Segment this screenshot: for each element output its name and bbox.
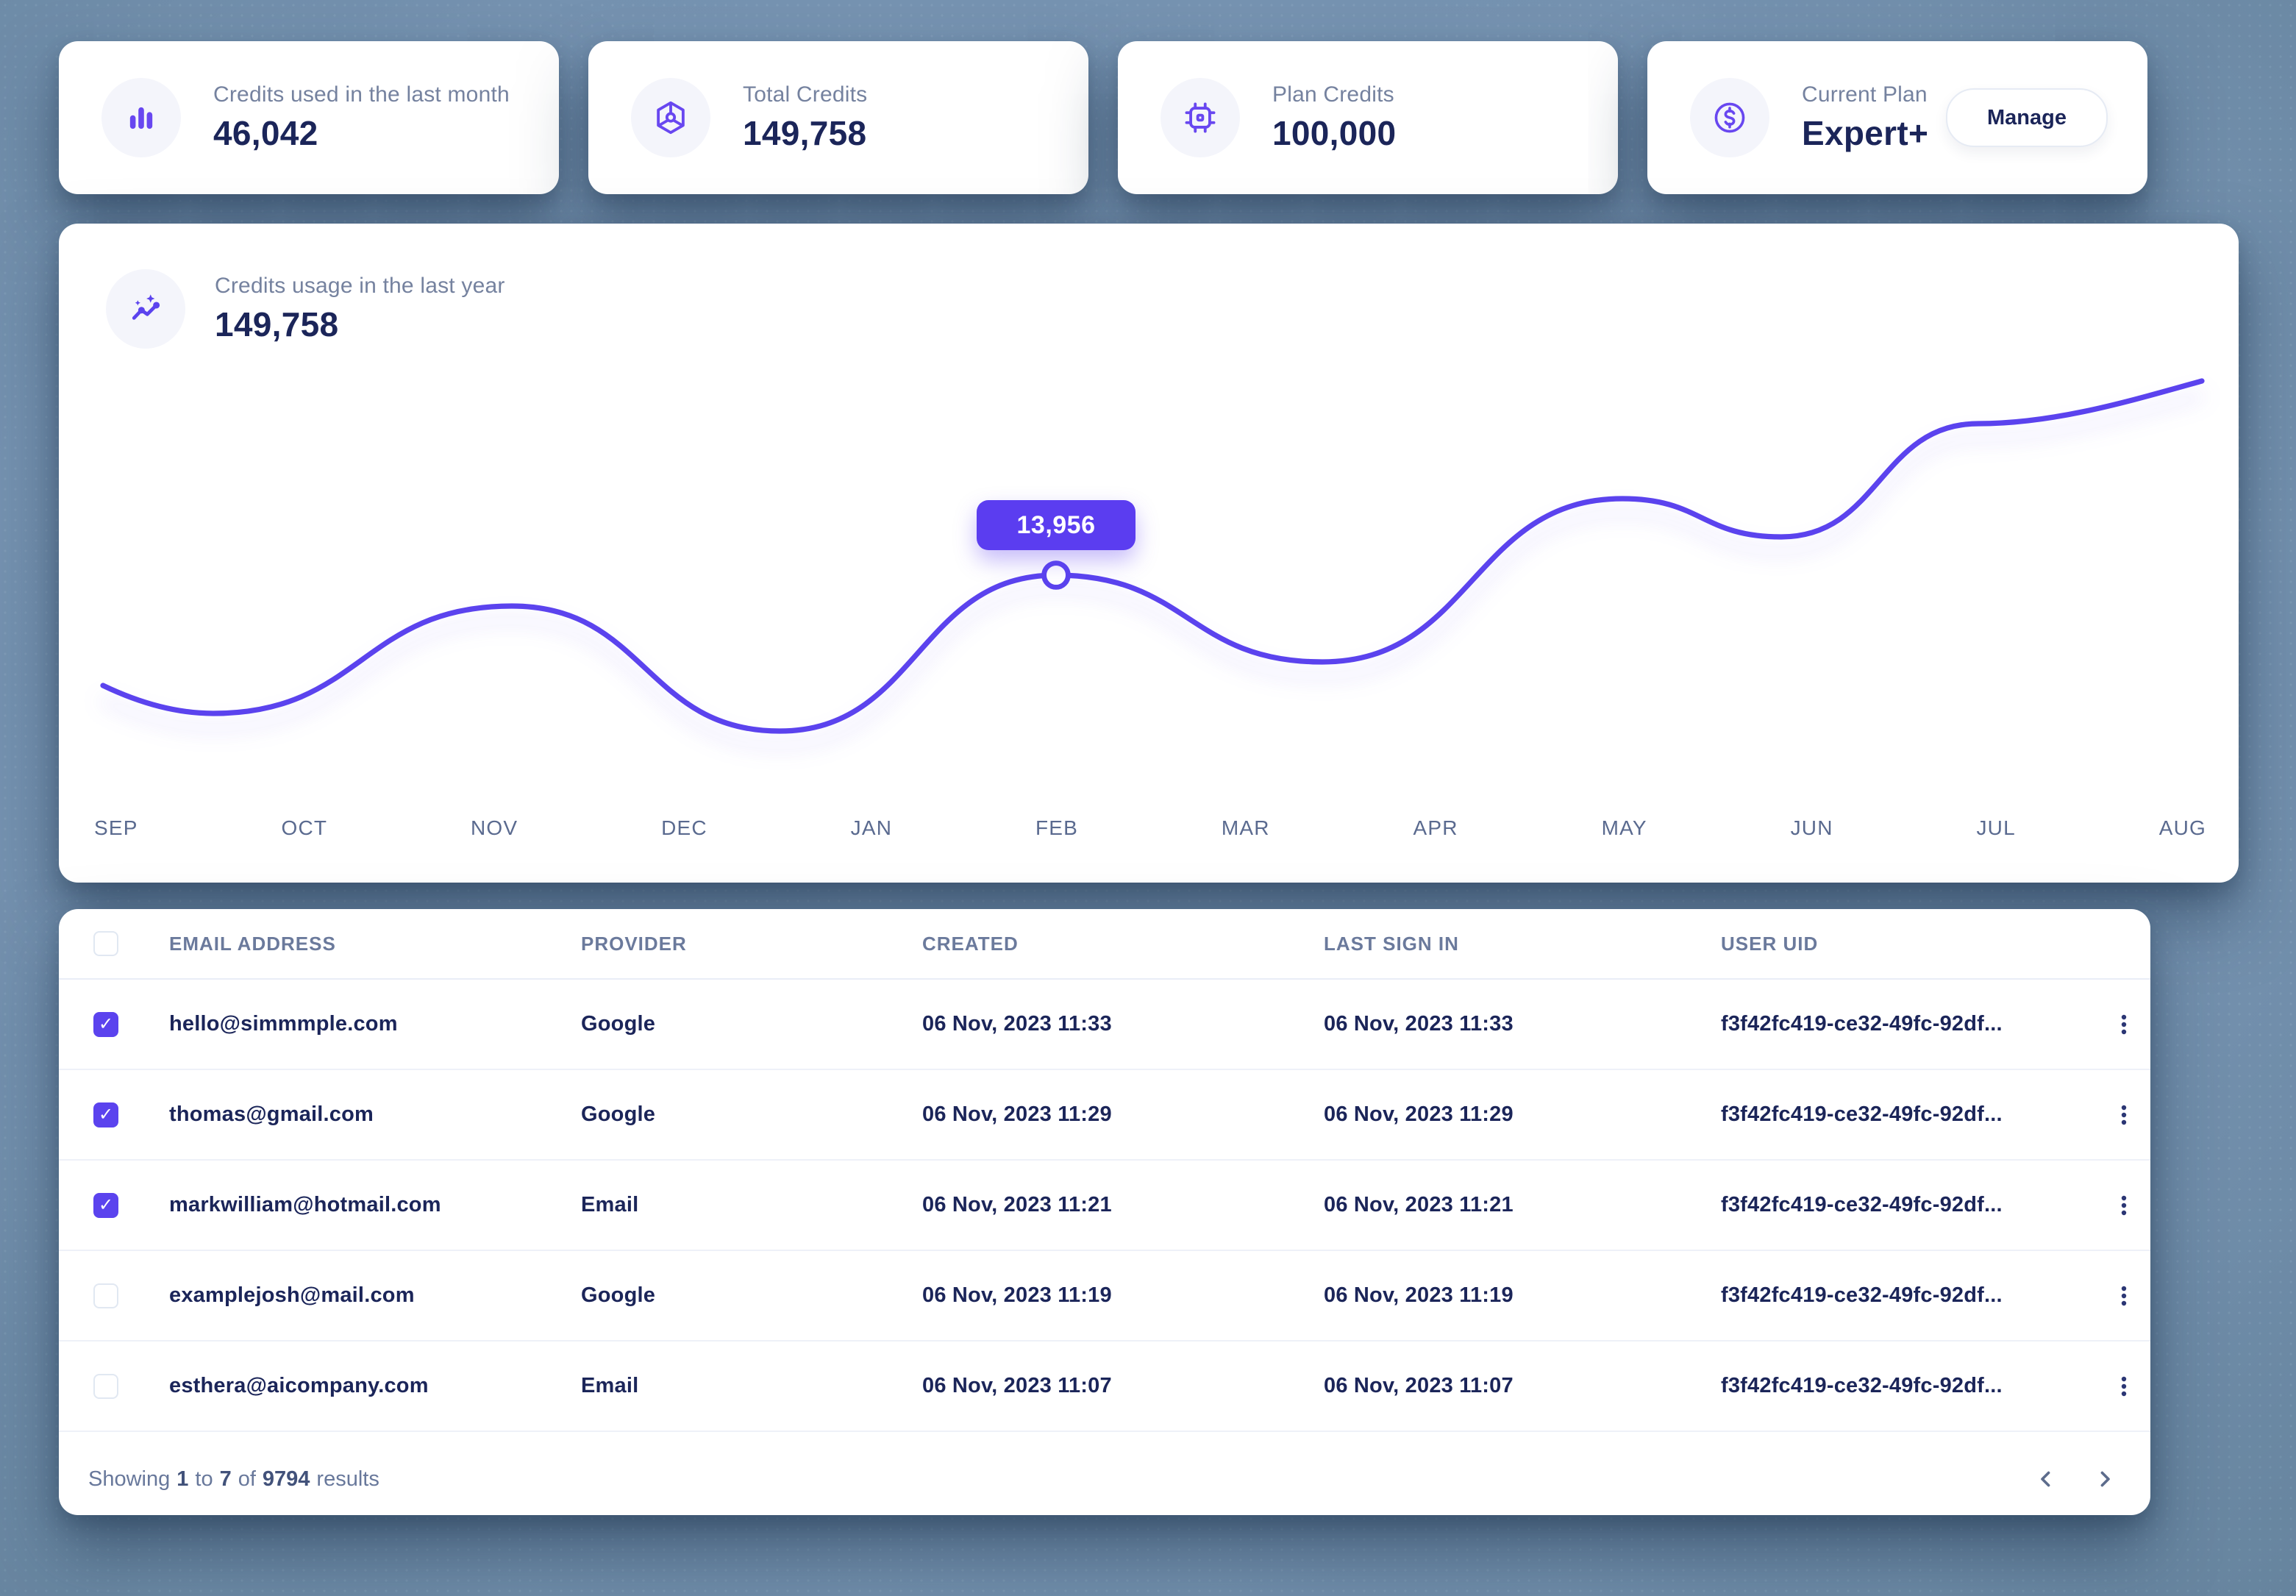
cell-provider: Email	[581, 1193, 922, 1217]
stat-value: 100,000	[1272, 113, 1396, 153]
row-menu-icon[interactable]	[2109, 1097, 2139, 1133]
users-table-card: EMAIL ADDRESS PROVIDER CREATED LAST SIGN…	[59, 909, 2150, 1515]
x-tick: MAR	[1222, 816, 1270, 840]
cell-user-uid: f3f42fc419-ce32-49fc-92df...	[1721, 1374, 2109, 1398]
x-tick: NOV	[471, 816, 518, 840]
stat-label: Credits used in the last month	[213, 82, 510, 107]
credits-usage-chart-card: Credits usage in the last year 149,758 1…	[59, 224, 2239, 883]
cube-icon	[631, 78, 710, 157]
x-tick: JUL	[1976, 816, 2015, 840]
select-all-checkbox[interactable]	[93, 931, 118, 956]
stat-label: Plan Credits	[1272, 82, 1396, 107]
x-tick: JUN	[1791, 816, 1833, 840]
cell-created: 06 Nov, 2023 11:19	[922, 1283, 1324, 1308]
table-row: thomas@gmail.com Google 06 Nov, 2023 11:…	[59, 1070, 2150, 1161]
dashboard-page: Credits used in the last month 46,042 To…	[0, 0, 2296, 1596]
cell-last-sign-in: 06 Nov, 2023 11:29	[1324, 1102, 1721, 1127]
stat-card-plan-credits: Plan Credits 100,000	[1118, 41, 1618, 194]
cell-provider: Google	[581, 1012, 922, 1036]
cell-created: 06 Nov, 2023 11:07	[922, 1374, 1324, 1398]
chevron-left-icon[interactable]	[2030, 1463, 2062, 1495]
cell-created: 06 Nov, 2023 11:33	[922, 1012, 1324, 1036]
x-tick: JAN	[851, 816, 893, 840]
table-row: hello@simmmple.com Google 06 Nov, 2023 1…	[59, 980, 2150, 1070]
stat-label: Total Credits	[743, 82, 867, 107]
cell-provider: Google	[581, 1283, 922, 1308]
cell-user-uid: f3f42fc419-ce32-49fc-92df...	[1721, 1012, 2109, 1036]
cell-email: markwilliam@hotmail.com	[169, 1193, 581, 1217]
cell-user-uid: f3f42fc419-ce32-49fc-92df...	[1721, 1102, 2109, 1127]
table-row: examplejosh@mail.com Google 06 Nov, 2023…	[59, 1251, 2150, 1342]
row-checkbox[interactable]	[93, 1102, 118, 1127]
header-user-uid: USER UID	[1721, 933, 2109, 955]
x-tick: APR	[1413, 816, 1458, 840]
header-email: EMAIL ADDRESS	[169, 933, 581, 955]
x-tick: AUG	[2159, 816, 2206, 840]
table-row: markwilliam@hotmail.com Email 06 Nov, 20…	[59, 1161, 2150, 1251]
cell-provider: Email	[581, 1374, 922, 1398]
results-summary: Showing1to7of9794results	[88, 1467, 379, 1492]
row-menu-icon[interactable]	[2109, 1188, 2139, 1223]
cell-last-sign-in: 06 Nov, 2023 11:21	[1324, 1193, 1721, 1217]
x-tick: OCT	[281, 816, 327, 840]
cell-user-uid: f3f42fc419-ce32-49fc-92df...	[1721, 1283, 2109, 1308]
row-checkbox[interactable]	[93, 1193, 118, 1218]
x-tick: FEB	[1035, 816, 1078, 840]
table-footer: Showing1to7of9794results	[59, 1443, 2150, 1515]
cell-last-sign-in: 06 Nov, 2023 11:33	[1324, 1012, 1721, 1036]
highlighted-point-marker[interactable]	[1044, 563, 1069, 588]
cell-created: 06 Nov, 2023 11:21	[922, 1193, 1324, 1217]
chart-tooltip: 13,956	[977, 500, 1135, 550]
cpu-icon	[1161, 78, 1240, 157]
row-menu-icon[interactable]	[2109, 1007, 2139, 1042]
cell-email: examplejosh@mail.com	[169, 1283, 581, 1308]
cell-email: hello@simmmple.com	[169, 1012, 581, 1036]
stat-card-total-credits: Total Credits 149,758	[588, 41, 1088, 194]
chevron-right-icon[interactable]	[2089, 1463, 2121, 1495]
header-provider: PROVIDER	[581, 933, 922, 955]
x-axis: SEP OCT NOV DEC JAN FEB MAR APR MAY JUN …	[94, 816, 2206, 840]
row-menu-icon[interactable]	[2109, 1278, 2139, 1314]
stat-card-current-plan: Current Plan Expert+ Manage	[1647, 41, 2147, 194]
pagination	[2030, 1463, 2121, 1495]
stat-card-credits-used: Credits used in the last month 46,042	[59, 41, 559, 194]
x-tick: SEP	[94, 816, 138, 840]
table-header-row: EMAIL ADDRESS PROVIDER CREATED LAST SIGN…	[59, 909, 2150, 980]
bar-chart-icon	[101, 78, 181, 157]
cell-last-sign-in: 06 Nov, 2023 11:19	[1324, 1283, 1721, 1308]
stat-value: Expert+	[1802, 113, 1928, 153]
cell-last-sign-in: 06 Nov, 2023 11:07	[1324, 1374, 1721, 1398]
header-created: CREATED	[922, 933, 1324, 955]
x-tick: DEC	[661, 816, 707, 840]
cell-user-uid: f3f42fc419-ce32-49fc-92df...	[1721, 1193, 2109, 1217]
row-checkbox[interactable]	[93, 1374, 118, 1399]
cell-email: thomas@gmail.com	[169, 1102, 581, 1127]
table-row: esthera@aicompany.com Email 06 Nov, 2023…	[59, 1342, 2150, 1432]
chart-tooltip-value: 13,956	[1017, 511, 1096, 540]
stat-label: Current Plan	[1802, 82, 1928, 107]
cell-email: esthera@aicompany.com	[169, 1374, 581, 1398]
row-checkbox[interactable]	[93, 1012, 118, 1037]
row-checkbox[interactable]	[93, 1283, 118, 1308]
cell-provider: Google	[581, 1102, 922, 1127]
row-menu-icon[interactable]	[2109, 1369, 2139, 1404]
stat-value: 46,042	[213, 113, 510, 153]
cell-created: 06 Nov, 2023 11:29	[922, 1102, 1324, 1127]
credits-line-series	[88, 368, 2214, 831]
dollar-icon	[1690, 78, 1769, 157]
line-chart: 13,956 SEP OCT NOV DEC JAN FEB MAR APR M…	[59, 224, 2239, 883]
x-tick: MAY	[1602, 816, 1647, 840]
manage-plan-button[interactable]: Manage	[1946, 88, 2108, 147]
stat-value: 149,758	[743, 113, 867, 153]
header-last-sign-in: LAST SIGN IN	[1324, 933, 1721, 955]
